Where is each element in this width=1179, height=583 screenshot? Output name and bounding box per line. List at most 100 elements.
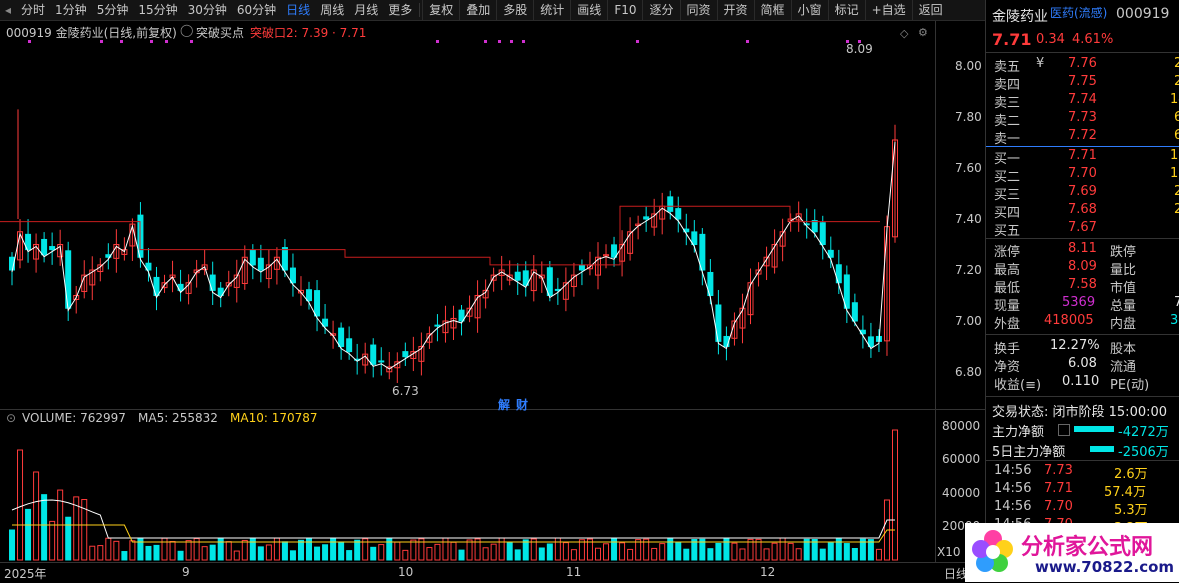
volume-bar bbox=[201, 546, 208, 561]
period-tab-daily[interactable]: 日线 bbox=[281, 0, 315, 20]
period-tab-30min[interactable]: 30分钟 bbox=[183, 0, 232, 20]
volume-bar bbox=[330, 537, 337, 561]
toolbar-back[interactable]: 返回 bbox=[911, 0, 949, 20]
stat-value: 34 bbox=[1170, 313, 1179, 328]
candle-body bbox=[49, 246, 56, 251]
low-price-label: 6.73 bbox=[392, 384, 419, 398]
volume-bar bbox=[225, 541, 232, 561]
stat-key: 内盘 bbox=[1110, 317, 1137, 332]
toolbar-f10[interactable]: F10 bbox=[607, 0, 642, 20]
tick-row: 14:56 7.71 57.4万 bbox=[994, 481, 1179, 500]
stat-row: 最低 7.58 市值 bbox=[994, 277, 1179, 296]
date-tick: 2025年 bbox=[4, 567, 47, 581]
volume-bar bbox=[731, 542, 738, 561]
panel-divider bbox=[986, 52, 1179, 53]
volume-bar bbox=[233, 550, 240, 561]
ask-row: 卖五 ¥7.76 2 bbox=[994, 56, 1179, 75]
volume-bar bbox=[161, 537, 168, 561]
volume-bar bbox=[482, 547, 489, 561]
stock-name: 金陵药业 bbox=[992, 9, 1048, 25]
tick-price: 7.70 bbox=[1044, 499, 1073, 514]
tick-row: 14:56 7.73 2.6万 bbox=[994, 463, 1179, 482]
toolbar-kaizi[interactable]: 开资 bbox=[716, 0, 754, 20]
period-tab-5min[interactable]: 5分钟 bbox=[92, 0, 134, 20]
volume-bar bbox=[33, 471, 40, 561]
period-tab-weekly[interactable]: 周线 bbox=[315, 0, 349, 20]
volume-bar bbox=[635, 539, 642, 561]
volume-bar bbox=[434, 543, 441, 561]
volume-bar bbox=[129, 540, 136, 561]
signal-marker bbox=[510, 40, 513, 43]
toolbar-tongzi[interactable]: 同资 bbox=[679, 0, 717, 20]
toolbar-small-window[interactable]: 小窗 bbox=[790, 0, 828, 20]
volume-bar bbox=[65, 516, 72, 561]
toolbar-fuquan[interactable]: 复权 bbox=[422, 0, 459, 20]
toolbar-minute[interactable]: 逐分 bbox=[642, 0, 679, 20]
ask-price: 7.74 bbox=[1068, 92, 1097, 107]
volume-ma5-line bbox=[11, 499, 895, 539]
ask-volume: 6 bbox=[1174, 128, 1179, 143]
back-arrow-icon[interactable]: ◂ bbox=[0, 0, 16, 20]
volume-bar bbox=[546, 543, 553, 561]
watermark-url: www.70822.com bbox=[1035, 558, 1175, 576]
volume-tick: 40000 bbox=[942, 486, 981, 500]
volume-bar bbox=[378, 544, 385, 561]
candle-body bbox=[249, 249, 256, 266]
main-flow-info-icon[interactable] bbox=[1058, 424, 1070, 436]
bid-row: 买一 7.71 10 bbox=[994, 148, 1179, 167]
trade-status: 交易状态: 闭市阶段 15:00:00 bbox=[992, 405, 1168, 420]
bid-volume: 2 bbox=[1174, 202, 1179, 217]
stat-value: 418005 bbox=[1044, 313, 1094, 328]
volume-bar bbox=[811, 538, 818, 561]
volume-bar bbox=[49, 520, 56, 561]
volume-bar bbox=[185, 540, 192, 561]
stat-value: 7.58 bbox=[1068, 277, 1097, 292]
expand-icon[interactable]: ◇ bbox=[900, 27, 908, 40]
signal-marker bbox=[150, 40, 153, 43]
candle-body bbox=[699, 233, 706, 271]
period-tab-fenshi[interactable]: 分时 bbox=[16, 0, 50, 20]
candle-body bbox=[41, 238, 48, 256]
candle-body bbox=[289, 267, 296, 284]
candlestick-chart[interactable] bbox=[0, 22, 935, 410]
volume-bar bbox=[707, 548, 714, 561]
toolbar-stats[interactable]: 统计 bbox=[533, 0, 570, 20]
volume-bar bbox=[297, 539, 304, 561]
bid-price: 7.69 bbox=[1068, 184, 1097, 199]
bid-price: 7.70 bbox=[1068, 166, 1097, 181]
chart-right-border bbox=[935, 21, 936, 562]
panel-divider bbox=[986, 334, 1179, 335]
toolbar-multi[interactable]: 多股 bbox=[496, 0, 533, 20]
bid-label: 买二 bbox=[994, 170, 1021, 185]
settings-gear-icon[interactable]: ⚙ bbox=[918, 26, 928, 39]
candle-body bbox=[643, 216, 650, 220]
volume-bar bbox=[827, 542, 834, 561]
candle-body bbox=[257, 257, 264, 271]
volume-bar bbox=[819, 548, 826, 561]
volume-bar bbox=[450, 541, 457, 561]
stock-industry[interactable]: 医药(流感) bbox=[1050, 4, 1107, 21]
volume-chart[interactable] bbox=[0, 410, 935, 562]
period-tab-1min[interactable]: 1分钟 bbox=[50, 0, 92, 20]
period-tab-monthly[interactable]: 月线 bbox=[349, 0, 383, 20]
signal-marker bbox=[746, 40, 749, 43]
fund-value: 0.110 bbox=[1062, 374, 1100, 389]
price-change: 0.34 bbox=[1036, 32, 1065, 47]
period-tab-60min[interactable]: 60分钟 bbox=[232, 0, 281, 20]
period-tab-more[interactable]: 更多 bbox=[383, 0, 417, 20]
toolbar-add-favorite[interactable]: +自选 bbox=[864, 0, 912, 20]
toolbar-draw[interactable]: 画线 bbox=[570, 0, 607, 20]
bid-row: 买三 7.69 2 bbox=[994, 184, 1179, 203]
volume-bar bbox=[787, 542, 794, 561]
stat-value: 8.09 bbox=[1068, 259, 1097, 274]
period-tab-15min[interactable]: 15分钟 bbox=[133, 0, 182, 20]
toolbar-simple[interactable]: 简框 bbox=[753, 0, 791, 20]
ask-row: 卖四 7.75 2 bbox=[994, 74, 1179, 93]
volume-bar bbox=[25, 508, 32, 561]
main-flow5-label: 5日主力净额 bbox=[992, 445, 1066, 460]
volume-bar bbox=[17, 449, 24, 561]
candle-body bbox=[514, 271, 521, 281]
toolbar-overlay[interactable]: 叠加 bbox=[459, 0, 496, 20]
toolbar-mark[interactable]: 标记 bbox=[827, 0, 865, 20]
tick-price: 7.71 bbox=[1044, 481, 1073, 496]
